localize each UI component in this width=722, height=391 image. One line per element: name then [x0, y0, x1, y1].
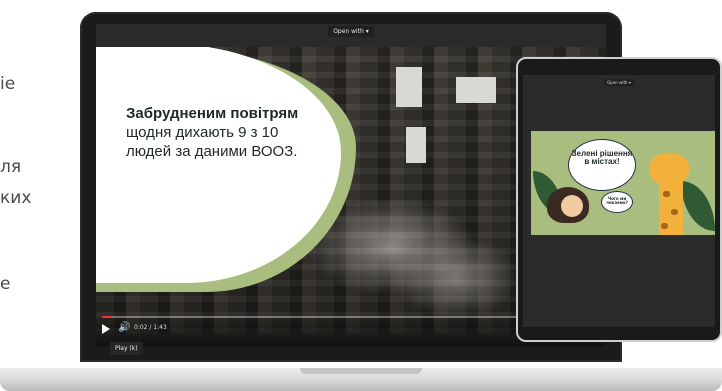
tablet-open-with-button[interactable]: Open with ▾ [604, 79, 634, 86]
slide-caption-bold: Забрудненим повітрям [126, 105, 299, 122]
speech-bubble-text: Зелені рішення в містах! [571, 149, 633, 166]
play-icon[interactable] [102, 324, 110, 334]
chevron-down-icon: ▾ [628, 80, 631, 85]
progress-fill [102, 316, 112, 318]
open-with-label: Open with [333, 28, 364, 35]
tablet-slide[interactable]: Зелені рішення в містах! Чого ми чекаємо… [531, 131, 715, 235]
building-roof [396, 67, 422, 107]
building-roof [456, 77, 496, 103]
giraffe-head [649, 153, 689, 185]
small-speech-bubble-text: Чого ми чекаємо? [606, 196, 628, 205]
small-speech-bubble: Чого ми чекаємо? [601, 191, 633, 213]
speech-bubble: Зелені рішення в містах! [568, 139, 636, 191]
slide-caption-regular: щодня дихають 9 з 10 людей за даними ВОО… [126, 124, 298, 160]
laptop-hinge [300, 368, 422, 374]
slide-caption: Забрудненим повітрям щодня дихають 9 з 1… [126, 104, 326, 161]
left-page-text: іе ля ких е [0, 0, 60, 391]
laptop-base [0, 368, 722, 391]
leaf-decoration [681, 181, 715, 231]
open-with-button[interactable]: Open with ▾ [328, 26, 374, 37]
chevron-down-icon: ▾ [365, 28, 369, 35]
left-text-fragment: ких [0, 188, 32, 208]
tablet-frame: Open with ▾ Зелені рішення в містах! Чог… [516, 57, 722, 342]
hedgehog-face [561, 195, 583, 217]
giraffe-spot [671, 209, 678, 215]
giraffe-spot [661, 223, 668, 229]
building-roof [406, 127, 426, 163]
tablet-open-with-label: Open with [607, 80, 628, 85]
giraffe-spot [663, 191, 670, 197]
play-tooltip: Play (k) [110, 342, 143, 355]
left-text-fragment: е [0, 274, 11, 294]
left-text-fragment: ля [0, 157, 22, 177]
left-text-fragment: іе [0, 74, 16, 94]
time-readout: 0:02 / 1:43 [134, 324, 167, 331]
volume-icon[interactable]: 🔊 [118, 322, 130, 333]
